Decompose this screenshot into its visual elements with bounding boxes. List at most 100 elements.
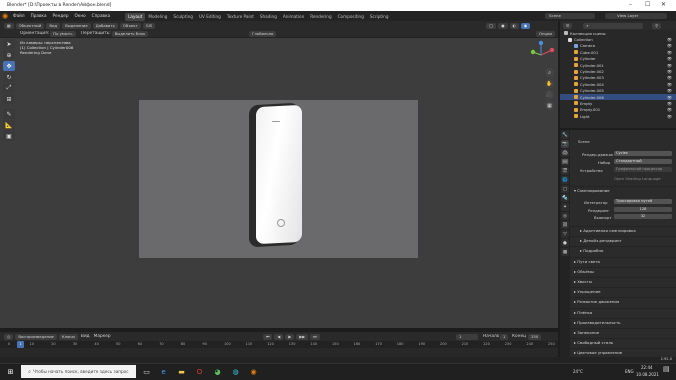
view-layer-selector[interactable]: View Layer bbox=[605, 13, 667, 19]
tab-sculpting[interactable]: Sculpting bbox=[170, 13, 196, 21]
properties-section[interactable]: ▸ Запекание bbox=[570, 328, 676, 335]
outliner-editor-icon[interactable]: ☰ bbox=[563, 22, 573, 29]
render-tab-icon[interactable]: 📷 bbox=[561, 140, 569, 148]
clock-date[interactable]: 10.08.2021 bbox=[636, 372, 659, 377]
prev-key-icon[interactable]: ◀ bbox=[274, 333, 284, 340]
opera-icon[interactable]: O bbox=[193, 365, 206, 378]
rotate-tool-icon[interactable]: ↻ bbox=[3, 72, 15, 82]
view-layer-tab-icon[interactable]: 🖼 bbox=[561, 158, 569, 166]
drag-dropdown[interactable]: Выделить блок bbox=[111, 30, 149, 37]
visibility-eye-icon[interactable]: 👁 bbox=[667, 56, 672, 61]
blender-logo-icon[interactable]: ◉ bbox=[0, 11, 10, 21]
camera-view-icon[interactable]: 🎥 bbox=[545, 90, 554, 99]
pan-icon[interactable]: ✋ bbox=[545, 79, 554, 88]
edge-browser-icon[interactable]: e bbox=[157, 365, 170, 378]
options-dropdown[interactable]: Опции bbox=[536, 30, 555, 37]
blender-taskbar-icon[interactable]: ◉ bbox=[247, 365, 260, 378]
tab-shading[interactable]: Shading bbox=[257, 13, 280, 21]
close-icon[interactable]: ✕ bbox=[661, 1, 666, 8]
clock-time[interactable]: 22:44 bbox=[641, 365, 653, 370]
store-icon[interactable]: ◍ bbox=[229, 365, 242, 378]
properties-section[interactable]: ▸ Свободный стиль bbox=[570, 338, 676, 345]
wireframe-shading-button[interactable]: ◯ bbox=[486, 22, 497, 29]
visibility-eye-icon[interactable]: 👁 bbox=[667, 69, 672, 74]
scene-selector[interactable]: Scene bbox=[545, 13, 595, 19]
jump-start-icon[interactable]: ⏮ bbox=[263, 333, 273, 340]
data-tab-icon[interactable]: ▽ bbox=[561, 230, 569, 238]
integrator-dropdown[interactable]: Трассировка путей bbox=[614, 199, 672, 204]
play-icon[interactable]: ▶ bbox=[285, 333, 295, 340]
maximize-icon[interactable]: ☐ bbox=[645, 1, 650, 8]
constraints-tab-icon[interactable]: ⛓ bbox=[561, 221, 569, 229]
tab-rendering[interactable]: Rendering bbox=[307, 13, 334, 21]
visibility-eye-icon[interactable]: 👁 bbox=[667, 107, 672, 112]
orientation-dropdown[interactable]: По умолч. bbox=[50, 30, 76, 37]
visibility-eye-icon[interactable]: 👁 bbox=[667, 50, 672, 55]
object-menu[interactable]: Объект bbox=[119, 22, 141, 29]
menu-edit[interactable]: Правка bbox=[28, 11, 50, 21]
properties-section[interactable]: ▸ Цветовое управление bbox=[570, 348, 676, 355]
menu-render[interactable]: Рендер bbox=[50, 11, 72, 21]
object-tab-icon[interactable]: ▢ bbox=[561, 185, 569, 193]
add-menu[interactable]: Добавить bbox=[92, 22, 118, 29]
language-indicator[interactable]: ENG bbox=[625, 369, 634, 374]
jump-end-icon[interactable]: ⏭ bbox=[310, 333, 320, 340]
material-tab-icon[interactable]: ● bbox=[561, 239, 569, 247]
properties-section[interactable]: ▸ Плёнка bbox=[570, 307, 676, 315]
transform-tool-icon[interactable]: ⊞ bbox=[3, 94, 15, 104]
world-tab-icon[interactable]: 🌐 bbox=[561, 176, 569, 184]
render-engine-dropdown[interactable]: Cycles bbox=[614, 151, 672, 156]
timeline-editor-icon[interactable]: ◷ bbox=[4, 333, 14, 340]
feature-set-dropdown[interactable]: Стандартный bbox=[614, 159, 672, 164]
timeline-ruler[interactable]: 0 10 20 30 40 50 60 70 80 90 100 110 120 130 140 150 160… bbox=[0, 341, 558, 348]
minimize-icon[interactable]: – bbox=[629, 1, 632, 8]
visibility-eye-icon[interactable]: 👁 bbox=[667, 88, 672, 93]
visibility-eye-icon[interactable]: 👁 bbox=[667, 37, 672, 42]
output-tab-icon[interactable]: 🖨 bbox=[561, 149, 569, 157]
texture-tab-icon[interactable]: ▩ bbox=[561, 248, 569, 256]
tab-scripting[interactable]: Scripting bbox=[367, 13, 392, 21]
select-tool-icon[interactable]: ➤ bbox=[3, 39, 15, 49]
sampling-section[interactable]: ▾ Сэмплирование bbox=[570, 186, 676, 193]
open-shading-checkbox[interactable]: Open Shading Language bbox=[614, 176, 661, 181]
annotate-tool-icon[interactable]: ✎ bbox=[3, 109, 15, 119]
task-view-icon[interactable]: ▭ bbox=[140, 365, 153, 378]
gis-menu[interactable]: GIS bbox=[142, 22, 156, 29]
visibility-eye-icon[interactable]: 👁 bbox=[667, 95, 672, 100]
move-tool-icon[interactable]: ✥ bbox=[3, 61, 15, 71]
grid-icon[interactable]: ▦ bbox=[545, 101, 554, 110]
properties-section[interactable]: ▸ Адаптивная сэмплировка bbox=[570, 226, 676, 233]
menu-help[interactable]: Справка bbox=[89, 11, 113, 21]
tab-compositing[interactable]: Compositing bbox=[335, 13, 367, 21]
taskbar-search-input[interactable]: Чтобы начать поиск, введите здесь запрос bbox=[21, 365, 136, 378]
tab-layout[interactable]: Layout bbox=[125, 12, 146, 21]
select-menu[interactable]: Выделение bbox=[62, 22, 91, 29]
properties-section[interactable]: ▸ Объёмы bbox=[570, 266, 676, 274]
properties-section[interactable]: ▸ Денойз-рендеринг bbox=[570, 236, 676, 243]
tab-texture-paint[interactable]: Texture Paint bbox=[224, 13, 257, 21]
tab-uv-editing[interactable]: UV Editing bbox=[196, 13, 224, 21]
filter-icon[interactable]: ⚲ bbox=[652, 22, 662, 29]
transform-orientation-dropdown[interactable]: Глобально bbox=[249, 30, 277, 37]
file-explorer-icon[interactable]: ▬ bbox=[175, 365, 188, 378]
menu-window[interactable]: Окно bbox=[72, 11, 89, 21]
visibility-eye-icon[interactable]: 👁 bbox=[667, 114, 672, 119]
chrome-icon[interactable]: ◕ bbox=[211, 365, 224, 378]
mode-dropdown[interactable]: Объектный bbox=[15, 22, 45, 29]
modifier-tab-icon[interactable]: 🔩 bbox=[561, 194, 569, 202]
physics-tab-icon[interactable]: ◎ bbox=[561, 212, 569, 220]
keying-menu[interactable]: Ключи bbox=[58, 333, 78, 340]
view-menu[interactable]: Вид bbox=[46, 22, 61, 29]
solid-shading-button[interactable]: ● bbox=[498, 22, 508, 29]
properties-section[interactable]: ▸ Хвосты bbox=[570, 277, 676, 284]
properties-section[interactable]: ▸ Производительность bbox=[570, 317, 676, 325]
menu-file[interactable]: Файл bbox=[10, 11, 28, 21]
tab-animation[interactable]: Animation bbox=[280, 13, 307, 21]
viewport-samples-field[interactable]: 32 bbox=[614, 214, 672, 219]
navigation-gizmo[interactable] bbox=[524, 38, 558, 72]
tab-modeling[interactable]: Modeling bbox=[145, 13, 170, 21]
visibility-eye-icon[interactable]: 👁 bbox=[667, 101, 672, 106]
outliner-search-input[interactable]: ⌕ bbox=[583, 22, 644, 29]
end-frame-field[interactable]: 250 bbox=[528, 333, 542, 340]
properties-section[interactable]: ▸ Упрощение bbox=[570, 287, 676, 294]
